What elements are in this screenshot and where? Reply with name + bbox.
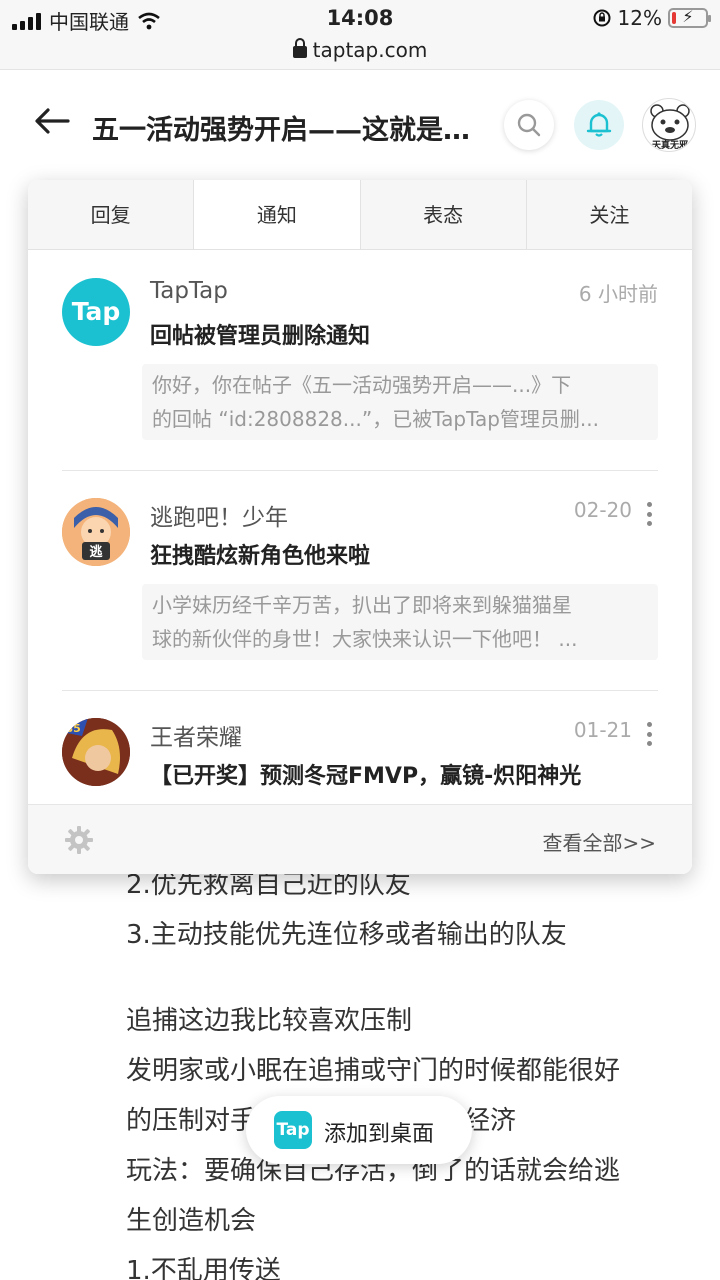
notification-subject: 【已开奖】预测冬冠FMVP，赢镜-炽阳神光 xyxy=(150,764,582,789)
notification-preview: 小学妹历经千辛万苦，扒出了即将来到躲猫猫星 球的新伙伴的身世！大家快来认识一下他… xyxy=(142,584,658,660)
character-avatar-image: 逃 xyxy=(62,498,130,566)
url-domain: taptap.com xyxy=(312,38,428,62)
sender-name: 逃跑吧！少年 xyxy=(150,505,288,531)
avatar-image: 天真无邪 xyxy=(650,104,690,151)
taptap-logo: Tap xyxy=(71,297,121,326)
page-title: 五一活动强势开启——这就是… xyxy=(92,115,470,146)
sender-name: TapTap xyxy=(150,278,228,304)
timestamp: 02-20 xyxy=(573,498,632,522)
add-to-desktop-button[interactable]: Tap 添加到桌面 xyxy=(246,1096,472,1164)
game-avatar: S5 xyxy=(62,718,130,786)
notification-button[interactable] xyxy=(574,100,624,150)
panel-footer: 查看全部>> xyxy=(28,804,692,874)
search-button[interactable] xyxy=(504,100,554,150)
rotation-lock-icon xyxy=(593,9,611,27)
preview-line: 球的新伙伴的身世！大家快来认识一下他吧！ ... xyxy=(152,627,578,651)
notification-subject: 狂拽酷炫新角色他来啦 xyxy=(150,544,371,569)
notification-tabs: 回复 通知 表态 关注 xyxy=(28,180,692,250)
tap-logo-icon: Tap xyxy=(274,1111,312,1149)
bell-icon xyxy=(586,112,612,137)
avatar-caption: S5 xyxy=(65,722,81,735)
article-body: 2.优先救离自己近的队友 3.主动技能优先连位移或者输出的队友 追捕这边我比较喜… xyxy=(126,860,686,1280)
hero-avatar-image: S5 xyxy=(62,718,130,786)
preview-line: 小学妹历经千辛万苦，扒出了即将来到躲猫猫星 xyxy=(152,593,572,617)
notification-item[interactable]: Tap TapTap 6 小时前 回帖被管理员删除通知 你好，你在帖子《五一活动… xyxy=(62,278,658,448)
divider xyxy=(62,690,658,691)
sender-name: 王者荣耀 xyxy=(150,725,242,751)
user-avatar[interactable]: 天真无邪 xyxy=(642,98,696,152)
article-line: 3.主动技能优先连位移或者输出的队友 xyxy=(126,920,567,950)
article-line: 生创造机会 xyxy=(126,1206,257,1236)
gear-icon[interactable] xyxy=(64,825,94,855)
avatar-caption: 天真无邪 xyxy=(652,139,688,151)
preview-line: 的回帖 “id:2808828...”，已被TapTap管理员删... xyxy=(152,407,600,431)
notification-preview: 你好，你在帖子《五一活动强势开启——...》下 的回帖 “id:2808828.… xyxy=(142,364,658,440)
notification-panel: 回复 通知 表态 关注 Tap TapTap 6 小时前 回帖被管理员删除通知 … xyxy=(28,180,692,874)
tab-notices[interactable]: 通知 xyxy=(194,180,361,249)
game-avatar: 逃 xyxy=(62,498,130,566)
view-all-link[interactable]: 查看全部>> xyxy=(542,827,656,856)
page-header: 五一活动强势开启——这就是… 天真无邪 xyxy=(0,70,720,180)
notification-item[interactable]: 逃 逃跑吧！少年 02-20 狂拽酷炫新角色他来啦 小学妹历经千辛万苦，扒出了即… xyxy=(62,498,658,668)
tab-replies[interactable]: 回复 xyxy=(28,180,195,249)
search-icon xyxy=(517,113,541,137)
timestamp: 6 小时前 xyxy=(578,282,658,306)
article-line: 1.不乱用传送 xyxy=(126,1256,281,1280)
tab-follows[interactable]: 关注 xyxy=(527,180,692,249)
tab-reactions[interactable]: 表态 xyxy=(361,180,527,249)
article-line: 发明家或小眠在追捕或守门的时候都能很好 xyxy=(126,1056,621,1086)
battery-icon: ⚡ xyxy=(668,7,711,28)
back-arrow-icon[interactable] xyxy=(32,106,72,136)
divider xyxy=(62,470,658,471)
status-bar: 中国联通 14:08 12% ⚡ xyxy=(0,0,720,38)
timestamp: 01-21 xyxy=(573,718,632,742)
add-to-desktop-label: 添加到桌面 xyxy=(324,1122,435,1147)
notification-list: Tap TapTap 6 小时前 回帖被管理员删除通知 你好，你在帖子《五一活动… xyxy=(28,250,692,804)
charging-icon: ⚡ xyxy=(682,7,694,26)
notification-item[interactable]: S5 王者荣耀 01-21 【已开奖】预测冬冠FMVP，赢镜-炽阳神光 xyxy=(62,718,658,804)
url-bar[interactable]: taptap.com xyxy=(0,38,720,70)
battery-percent: 12% xyxy=(617,6,662,30)
preview-line: 你好，你在帖子《五一活动强势开启——...》下 xyxy=(152,373,572,397)
avatar-caption: 逃 xyxy=(89,544,103,560)
more-options-icon[interactable] xyxy=(646,722,652,746)
taptap-avatar: Tap xyxy=(62,278,130,346)
article-line: 追捕这边我比较喜欢压制 xyxy=(126,1006,413,1036)
lock-icon xyxy=(292,38,307,58)
more-options-icon[interactable] xyxy=(646,502,652,526)
notification-subject: 回帖被管理员删除通知 xyxy=(150,324,371,349)
